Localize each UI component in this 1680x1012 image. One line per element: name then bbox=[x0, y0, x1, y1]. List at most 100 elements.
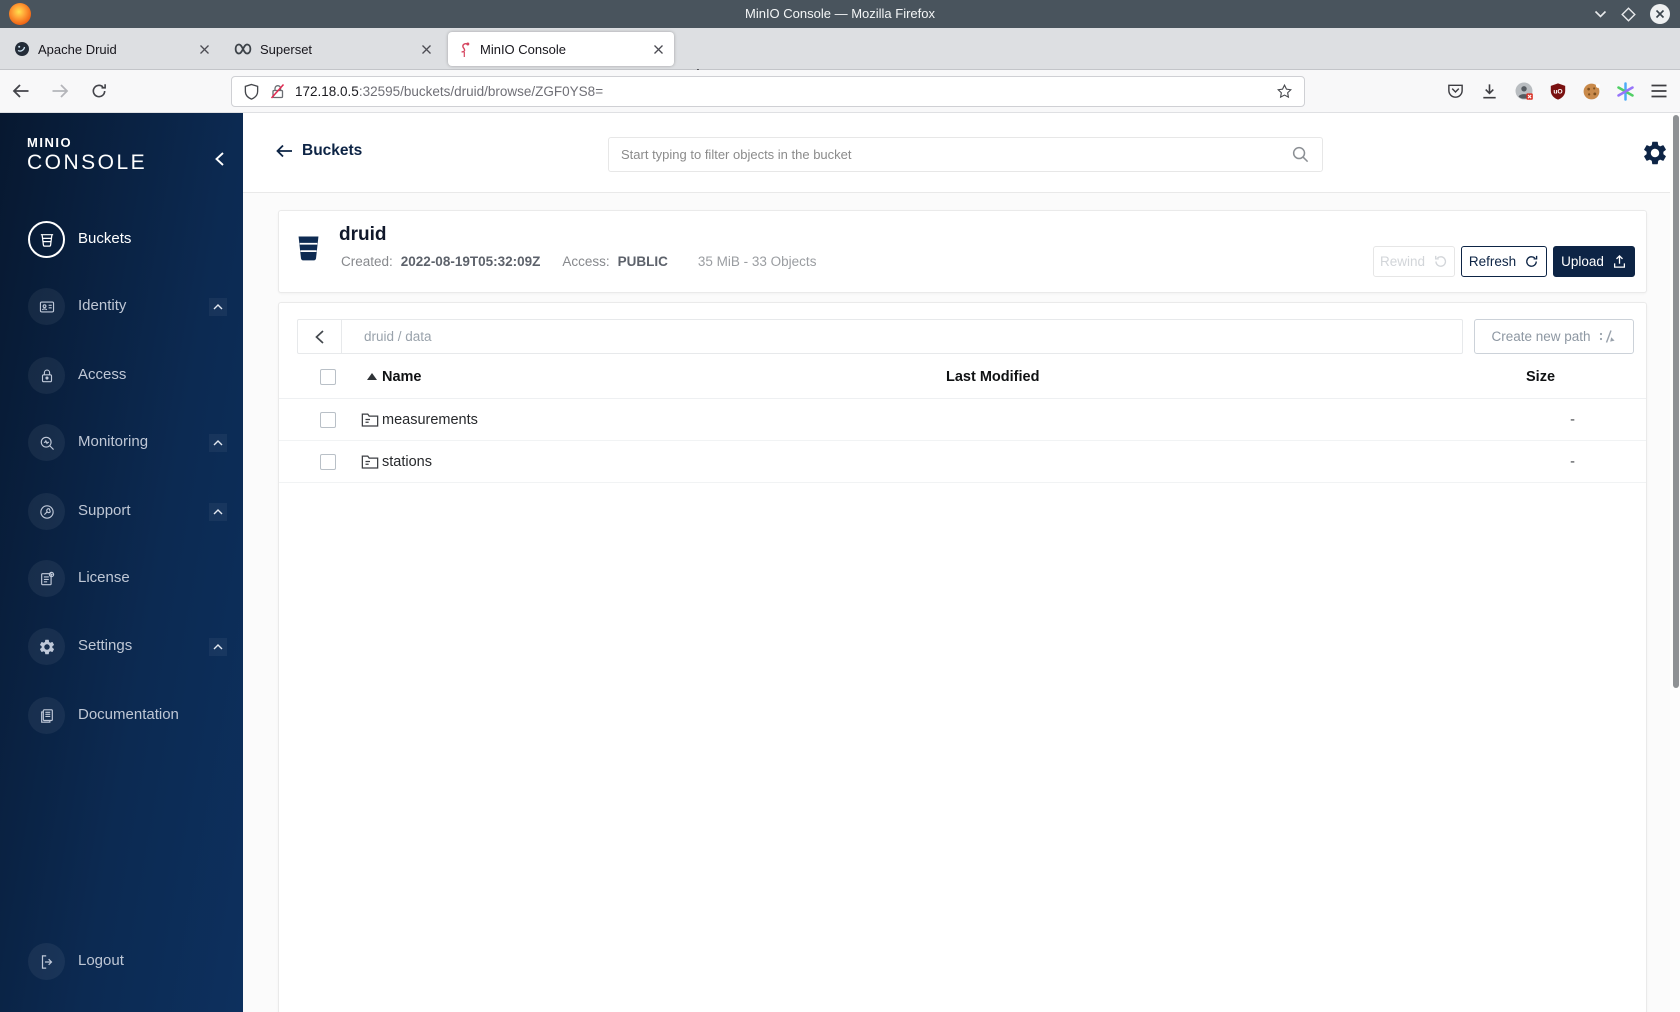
superset-favicon bbox=[234, 43, 252, 55]
sidebar-item-access[interactable]: Access bbox=[0, 354, 243, 398]
sidebar-item-buckets[interactable]: Buckets bbox=[0, 218, 243, 262]
sidebar-item-label: License bbox=[78, 569, 130, 586]
insecure-lock-icon[interactable] bbox=[269, 83, 286, 100]
cookie-extension-icon[interactable] bbox=[1582, 82, 1601, 101]
tab-close-icon[interactable] bbox=[653, 44, 664, 55]
sidebar-item-documentation[interactable]: Documentation bbox=[0, 694, 243, 738]
refresh-icon bbox=[1526, 255, 1538, 267]
pocket-icon[interactable] bbox=[1446, 82, 1465, 100]
table-row-stations[interactable]: stations - bbox=[279, 441, 1646, 483]
account-extension-icon[interactable] bbox=[1514, 81, 1534, 101]
filter-objects-input[interactable] bbox=[621, 147, 1291, 162]
downloads-icon[interactable] bbox=[1480, 82, 1499, 101]
breadcrumb[interactable]: druid / data bbox=[364, 329, 432, 344]
back-to-buckets-link[interactable]: Buckets bbox=[276, 142, 362, 160]
shield-icon[interactable] bbox=[243, 83, 260, 101]
bucket-metadata: Created: 2022-08-19T05:32:09Z Access: PU… bbox=[341, 254, 816, 269]
sidebar-item-label: Support bbox=[78, 502, 131, 519]
row-checkbox[interactable] bbox=[320, 411, 336, 428]
chevron-up-icon[interactable] bbox=[209, 638, 227, 656]
created-label: Created: bbox=[341, 254, 393, 269]
window-minimize-icon[interactable] bbox=[1594, 10, 1607, 19]
browser-toolbar: 172.18.0.5:32595/buckets/druid/browse/ZG… bbox=[0, 70, 1680, 113]
back-arrow-icon bbox=[276, 144, 292, 158]
rewind-button-label: Rewind bbox=[1379, 254, 1426, 269]
reload-icon[interactable] bbox=[90, 82, 108, 100]
sidebar-item-license[interactable]: License bbox=[0, 557, 243, 601]
menu-hamburger-icon[interactable] bbox=[1650, 83, 1668, 99]
forward-icon[interactable] bbox=[51, 83, 69, 99]
sidebar-item-settings[interactable]: Settings bbox=[0, 625, 243, 669]
create-path-icon bbox=[1599, 330, 1615, 343]
sidebar-item-label: Monitoring bbox=[78, 433, 149, 450]
sort-ascending-icon[interactable] bbox=[367, 373, 377, 380]
main-content: Buckets Start typing to filter objects i… bbox=[243, 113, 1680, 1012]
tab-close-icon[interactable] bbox=[199, 44, 210, 55]
console-settings-gear-icon[interactable] bbox=[1641, 139, 1669, 167]
chevron-up-icon[interactable] bbox=[209, 503, 227, 521]
rewind-button[interactable]: Rewind bbox=[1373, 246, 1455, 277]
sidebar-item-identity[interactable]: Identity bbox=[0, 285, 243, 329]
tab-superset[interactable]: Superset bbox=[224, 32, 442, 66]
page-header: Buckets bbox=[243, 113, 1680, 193]
window-maximize-icon[interactable] bbox=[1621, 6, 1636, 22]
sidebar-item-label: Settings bbox=[78, 637, 133, 654]
settings-gear-icon bbox=[28, 628, 65, 665]
object-browser-card: druid / data Create new path Name Last M… bbox=[278, 302, 1647, 1012]
sidebar-item-label: Documentation bbox=[78, 706, 179, 723]
tab-minio-console[interactable]: MinIO Console bbox=[448, 32, 674, 66]
path-back-chevron-icon[interactable] bbox=[298, 320, 342, 353]
object-size: - bbox=[1570, 411, 1575, 428]
bucket-icon bbox=[28, 221, 65, 258]
tab-close-icon[interactable] bbox=[421, 44, 432, 55]
sidebar-item-monitoring[interactable]: Monitoring bbox=[0, 421, 243, 465]
tab-label: MinIO Console bbox=[480, 41, 566, 57]
select-all-checkbox[interactable] bbox=[320, 369, 336, 385]
url-host: 172.18.0.5 bbox=[295, 84, 359, 99]
logo-console-text: CONSOLE bbox=[27, 151, 148, 174]
sidebar-item-support[interactable]: Support bbox=[0, 490, 243, 534]
access-value: PUBLIC bbox=[617, 254, 668, 269]
upload-icon bbox=[1613, 254, 1625, 268]
table-row-measurements[interactable]: measurements - bbox=[279, 399, 1646, 441]
url-bar[interactable]: 172.18.0.5:32595/buckets/druid/browse/ZG… bbox=[231, 76, 1305, 107]
documentation-icon bbox=[28, 697, 65, 734]
bucket-name: druid bbox=[339, 224, 387, 245]
column-header-name[interactable]: Name bbox=[382, 369, 422, 385]
column-header-size[interactable]: Size bbox=[1526, 369, 1555, 385]
url-path: :32595/buckets/druid/browse/ZGF0YS8= bbox=[358, 84, 604, 99]
lock-icon bbox=[28, 357, 65, 394]
bookmark-star-icon[interactable] bbox=[1276, 83, 1293, 100]
url-text[interactable]: 172.18.0.5:32595/buckets/druid/browse/ZG… bbox=[295, 84, 603, 99]
logout-icon bbox=[28, 943, 65, 980]
sidebar-item-logout[interactable]: Logout bbox=[0, 940, 243, 984]
rewind-icon bbox=[1435, 255, 1447, 267]
column-header-last-modified[interactable]: Last Modified bbox=[946, 369, 1039, 385]
chevron-up-icon[interactable] bbox=[209, 298, 227, 316]
search-box bbox=[608, 137, 1323, 172]
ublock-icon[interactable]: uO bbox=[1549, 82, 1567, 101]
tab-apache-druid[interactable]: Apache Druid bbox=[4, 32, 220, 66]
minio-sidebar: MINIO CONSOLE Buckets Identity Access Mo… bbox=[0, 113, 243, 1012]
scrollbar-thumb[interactable] bbox=[1673, 115, 1679, 688]
create-new-path-button[interactable]: Create new path bbox=[1474, 319, 1634, 354]
back-icon[interactable] bbox=[12, 83, 30, 99]
created-value: 2022-08-19T05:32:09Z bbox=[400, 254, 541, 269]
asterisk-extension-icon[interactable] bbox=[1616, 81, 1635, 101]
page-scrollbar[interactable] bbox=[1670, 113, 1680, 1012]
window-title: MinIO Console — Mozilla Firefox bbox=[745, 6, 935, 21]
svg-text:uO: uO bbox=[1553, 88, 1562, 95]
sidebar-item-label: Logout bbox=[78, 952, 124, 969]
monitoring-icon bbox=[28, 424, 65, 461]
row-checkbox[interactable] bbox=[320, 453, 336, 470]
window-close-icon[interactable] bbox=[1650, 4, 1670, 24]
refresh-button-label: Refresh bbox=[1468, 254, 1517, 269]
upload-button[interactable]: Upload bbox=[1553, 246, 1635, 277]
tab-label: Superset bbox=[260, 41, 313, 57]
chevron-up-icon[interactable] bbox=[209, 434, 227, 452]
back-link-label: Buckets bbox=[302, 142, 363, 159]
refresh-button[interactable]: Refresh bbox=[1461, 246, 1547, 277]
sidebar-collapse-icon[interactable] bbox=[214, 151, 225, 167]
object-name: stations bbox=[382, 453, 432, 470]
bucket-summary-card: druid Created: 2022-08-19T05:32:09Z Acce… bbox=[278, 210, 1647, 293]
